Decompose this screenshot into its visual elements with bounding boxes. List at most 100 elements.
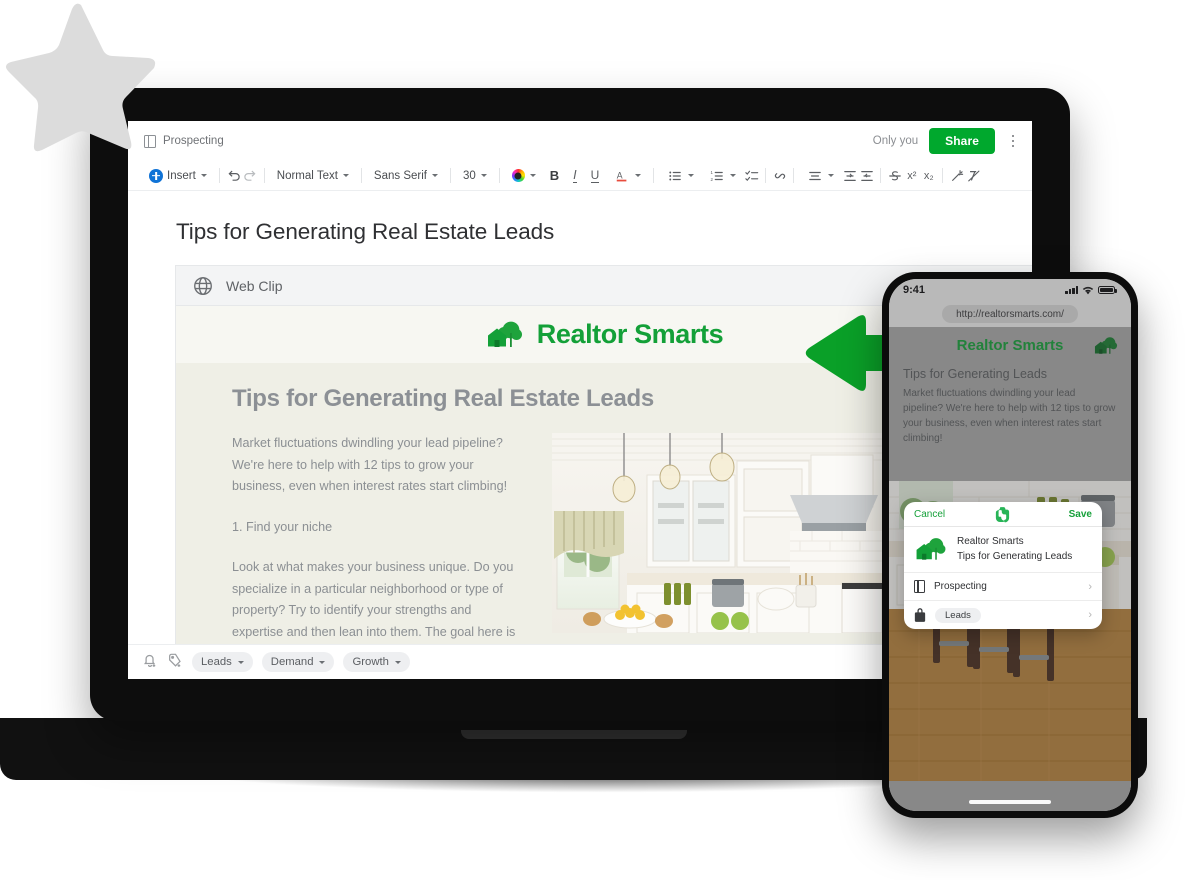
numbered-list-button[interactable]: 12 — [701, 165, 743, 187]
phone-url-bar[interactable]: http://realtorsmarts.com/ — [889, 301, 1131, 327]
strikethrough-icon[interactable] — [886, 167, 903, 184]
font-size-value: 30 — [462, 169, 476, 182]
bold-button[interactable]: B — [543, 165, 566, 187]
subscript-label: x₂ — [923, 169, 934, 182]
italic-button[interactable]: I — [566, 165, 583, 187]
magic-wand-icon[interactable] — [948, 167, 965, 184]
indent-decrease-icon[interactable] — [858, 167, 875, 184]
kebab-menu-icon[interactable] — [1006, 133, 1020, 149]
note-source: Realtor Smarts — [957, 536, 1024, 547]
highlight-color-icon: A — [613, 167, 630, 184]
chevron-down-icon — [730, 174, 737, 177]
tag-chip[interactable]: Demand — [261, 652, 335, 672]
home-indicator — [969, 800, 1051, 804]
add-tag-icon[interactable] — [167, 652, 183, 673]
wifi-icon — [1082, 286, 1094, 294]
divider — [942, 168, 944, 183]
url-text: http://realtorsmarts.com/ — [942, 305, 1078, 323]
article-paragraph: Look at what makes your business unique.… — [232, 560, 516, 639]
tag-value: Leads — [935, 607, 981, 623]
tag-chip[interactable]: Growth — [343, 652, 410, 672]
divider — [360, 168, 362, 183]
text-color-button[interactable] — [505, 165, 543, 187]
numbered-list-icon: 12 — [708, 167, 725, 184]
svg-text:1: 1 — [710, 169, 713, 174]
star-shape — [5, 3, 156, 152]
divider — [880, 168, 882, 183]
battery-full-icon — [1098, 285, 1117, 295]
divider — [653, 168, 655, 183]
subscript-button[interactable]: x₂ — [920, 167, 937, 184]
divider — [263, 168, 265, 183]
scene: Prospecting Only you Share Insert Normal… — [0, 0, 1199, 880]
phone-screen: 9:41 http://realtorsmarts.com/ Realtor S… — [889, 279, 1131, 811]
share-sheet: Cancel Save Realtor Smarts Tips for Gene… — [904, 502, 1102, 629]
font-size-select[interactable]: 30 — [456, 165, 494, 187]
share-button[interactable]: Share — [929, 128, 995, 154]
tag-label: Demand — [270, 656, 314, 668]
tag-label: Growth — [352, 656, 389, 668]
svg-text:2: 2 — [710, 176, 713, 181]
tag-picker-row[interactable]: Leads › — [904, 601, 1102, 629]
chevron-down-icon — [394, 660, 401, 664]
chevron-down-icon — [431, 174, 438, 177]
checklist-icon[interactable] — [743, 167, 760, 184]
redo-icon[interactable] — [242, 167, 259, 184]
article-text: Market fluctuations dwindling your lead … — [232, 433, 522, 644]
divider — [793, 168, 795, 183]
cancel-button[interactable]: Cancel — [914, 509, 945, 520]
link-icon[interactable] — [771, 167, 788, 184]
house-tree-logo-icon — [916, 538, 946, 560]
note-title: Tips for Generating Leads — [957, 550, 1073, 562]
notebook-picker-row[interactable]: Prospecting › — [904, 573, 1102, 601]
evernote-elephant-icon — [995, 506, 1011, 528]
sharing-status: Only you — [872, 135, 919, 147]
paragraph-style-select[interactable]: Normal Text — [270, 165, 356, 187]
superscript-button[interactable]: x² — [903, 167, 920, 184]
article-paragraph: Market fluctuations dwindling your lead … — [232, 436, 508, 493]
divider — [498, 168, 500, 183]
notebook-value: Prospecting — [934, 581, 987, 592]
save-button[interactable]: Save — [1069, 509, 1092, 520]
notebook-icon — [914, 580, 925, 593]
page-title: Tips for Generating Real Estate Leads — [176, 219, 555, 244]
divider — [765, 168, 767, 183]
article-paragraph: 1. Find your niche — [232, 519, 333, 534]
cellular-bars-icon — [1065, 286, 1078, 294]
highlight-button[interactable]: A — [606, 165, 648, 187]
bulleted-list-button[interactable] — [659, 165, 701, 187]
phone-status-bar: 9:41 — [889, 279, 1131, 301]
underline-label: U — [590, 168, 600, 183]
share-sheet-note[interactable]: Realtor Smarts Tips for Generating Leads — [904, 527, 1102, 573]
globe-icon — [194, 276, 212, 295]
paragraph-style-value: Normal Text — [276, 169, 338, 182]
underline-button[interactable]: U — [584, 165, 607, 187]
align-icon — [806, 167, 823, 184]
font-family-select[interactable]: Sans Serif — [367, 165, 445, 187]
chevron-down-icon — [200, 174, 207, 177]
chevron-down-icon — [237, 660, 244, 664]
chevron-down-icon — [342, 174, 349, 177]
web-clip-label: Web Clip — [226, 277, 283, 294]
undo-icon[interactable] — [225, 167, 242, 184]
share-sheet-header: Cancel Save — [904, 502, 1102, 527]
clear-formatting-icon[interactable] — [965, 167, 982, 184]
align-button[interactable] — [799, 165, 841, 187]
document-topbar: Prospecting Only you Share — [128, 121, 1032, 161]
insert-button[interactable]: Insert — [142, 165, 214, 187]
editor-toolbar: Insert Normal Text Sans Serif 30 B I U A… — [128, 161, 1032, 191]
text-color-icon — [511, 169, 525, 182]
svg-text:A: A — [617, 170, 623, 180]
chevron-right-icon: › — [1088, 609, 1092, 621]
status-time: 9:41 — [903, 284, 926, 296]
superscript-label: x² — [907, 169, 917, 182]
divider — [449, 168, 451, 183]
add-reminder-bell-icon[interactable] — [142, 652, 158, 673]
indent-increase-icon[interactable] — [841, 167, 858, 184]
tag-icon — [914, 608, 926, 622]
chevron-down-icon — [828, 174, 835, 177]
chevron-right-icon: › — [1088, 580, 1092, 593]
tag-chip[interactable]: Leads — [192, 652, 253, 672]
web-clip-brand: Realtor Smarts — [536, 319, 724, 349]
font-family-value: Sans Serif — [373, 169, 427, 182]
